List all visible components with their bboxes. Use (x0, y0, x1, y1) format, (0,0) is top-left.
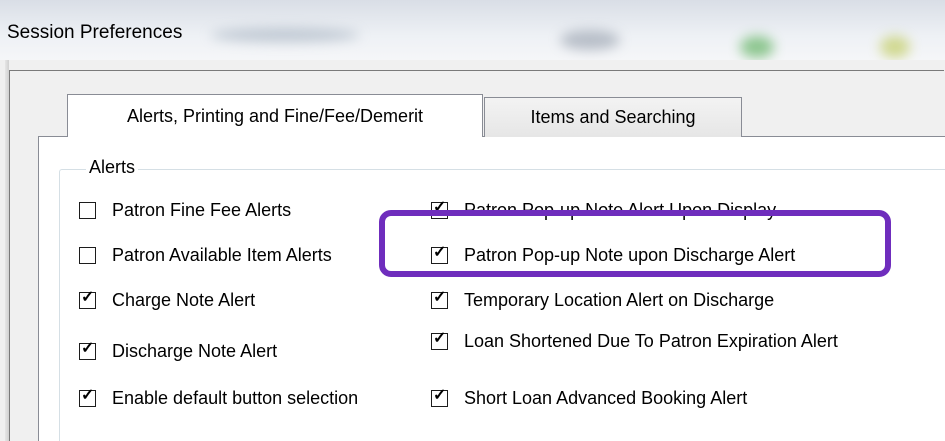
checkbox-box[interactable]: ✓ (79, 387, 96, 407)
checkbox-label: Short Loan Advanced Booking Alert (464, 388, 748, 408)
title-bar: Session Preferences (0, 0, 945, 60)
checkmark-icon: ✓ (433, 289, 447, 306)
checkbox-box[interactable]: ✓ (79, 340, 96, 360)
outer-panel: Alerts, Printing and Fine/Fee/Demerit It… (9, 70, 945, 441)
checkbox-label: Patron Pop-up Note Alert Upon Display (464, 200, 777, 220)
checkbox-box[interactable]: ✓ (79, 289, 96, 309)
tab-label: Alerts, Printing and Fine/Fee/Demerit (126, 105, 424, 126)
checkmark-icon: ✓ (81, 387, 95, 404)
checkbox-label: Patron Pop-up Note upon Discharge Alert (464, 245, 796, 265)
checkmark-icon: ✓ (81, 289, 95, 306)
checkbox-box[interactable]: ✓ (431, 244, 448, 264)
checkbox-box[interactable]: ✓ (431, 289, 448, 309)
checkbox-box[interactable] (79, 202, 96, 219)
checkbox-patron-available-item-alerts[interactable]: Patron Available Item Alerts (79, 245, 332, 266)
checkbox-label: Charge Note Alert (112, 290, 256, 310)
checkmark-icon: ✓ (433, 199, 447, 216)
checkbox-label: Discharge Note Alert (112, 341, 278, 361)
tab-panel: Alerts Patron Fine Fee Alerts Patron Ava… (38, 136, 945, 441)
tab-items-searching[interactable]: Items and Searching (484, 97, 742, 137)
checkbox-patron-fine-fee-alerts[interactable]: Patron Fine Fee Alerts (79, 200, 291, 221)
checkbox-label: Loan Shortened Due To Patron Expiration … (464, 331, 838, 351)
checkbox-label: Patron Available Item Alerts (112, 245, 332, 265)
checkbox-label: Patron Fine Fee Alerts (112, 200, 292, 220)
checkbox-popup-note-upon-discharge[interactable]: ✓ Patron Pop-up Note upon Discharge Aler… (431, 245, 795, 266)
tab-label: Items and Searching (530, 107, 696, 127)
checkbox-box[interactable] (79, 247, 96, 264)
checkbox-temporary-location-alert[interactable]: ✓ Temporary Location Alert on Discharge (431, 290, 774, 311)
checkbox-short-loan-advanced-booking[interactable]: ✓ Short Loan Advanced Booking Alert (431, 388, 747, 409)
window-title: Session Preferences (7, 22, 183, 43)
checkbox-loan-shortened-alert[interactable]: ✓ Loan Shortened Due To Patron Expiratio… (431, 329, 884, 351)
checkmark-icon: ✓ (433, 387, 447, 404)
checkbox-box[interactable]: ✓ (431, 329, 448, 350)
dialog-body: Alerts, Printing and Fine/Fee/Demerit It… (0, 60, 945, 441)
checkbox-label: Enable default button selection (112, 388, 359, 408)
checkbox-label: Temporary Location Alert on Discharge (464, 290, 775, 310)
checkbox-box[interactable]: ✓ (431, 387, 448, 407)
alerts-group-legend: Alerts (86, 157, 139, 178)
checkbox-enable-default-button-selection[interactable]: ✓ Enable default button selection (79, 388, 358, 409)
checkmark-icon: ✓ (433, 244, 447, 261)
checkbox-discharge-note-alert[interactable]: ✓ Discharge Note Alert (79, 341, 277, 362)
tab-alerts-printing-fines[interactable]: Alerts, Printing and Fine/Fee/Demerit (67, 94, 483, 137)
checkbox-box[interactable]: ✓ (431, 199, 448, 219)
checkbox-charge-note-alert[interactable]: ✓ Charge Note Alert (79, 290, 255, 311)
checkmark-icon: ✓ (433, 329, 447, 347)
checkmark-icon: ✓ (81, 340, 95, 357)
checkbox-popup-note-upon-display[interactable]: ✓ Patron Pop-up Note Alert Upon Display (431, 200, 776, 221)
